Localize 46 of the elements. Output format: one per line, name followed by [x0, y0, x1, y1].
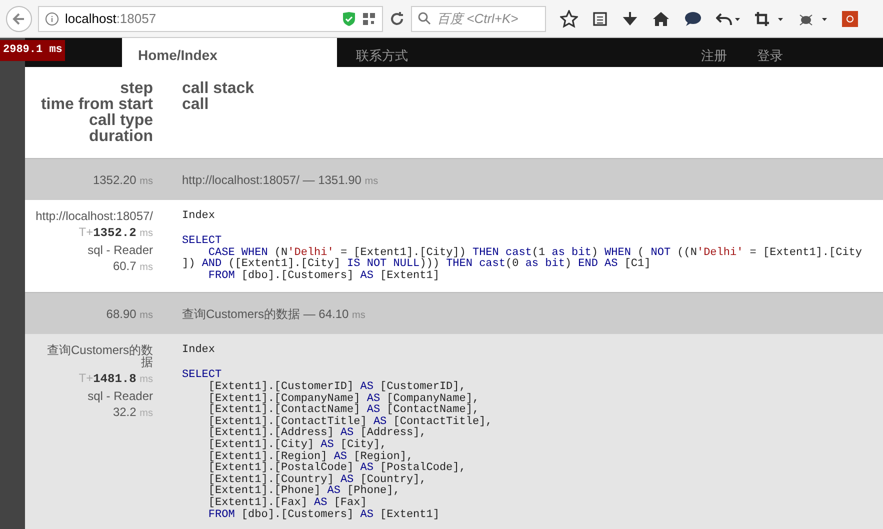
reload-icon[interactable] — [389, 10, 405, 26]
step-summary: 查询Customers的数据 — 64.10 ms — [182, 306, 366, 323]
address-bar[interactable]: localhost:18057 — [38, 6, 383, 32]
download-icon[interactable] — [622, 10, 638, 26]
back-button[interactable] — [6, 6, 32, 32]
column-heading: step — [119, 81, 153, 97]
reading-list-icon[interactable] — [592, 10, 608, 26]
home-icon[interactable] — [652, 10, 670, 26]
shield-icon[interactable] — [342, 10, 356, 26]
column-heading: call stack — [182, 81, 254, 97]
time-from-start: T+1352.2 ms — [78, 224, 153, 242]
search-placeholder: 百度 <Ctrl+K> — [437, 10, 518, 28]
star-icon[interactable] — [560, 10, 578, 28]
column-heading: call type — [88, 113, 153, 129]
crop-icon[interactable] — [754, 10, 784, 26]
sql-query: SELECT CASE WHEN (N'Delhi' = [Extent1].[City]) THEN cast(1 as bit) WHEN ( NOT ((N'Delhi' = [Extent1].[City ]) AND ([Extent1].[City] IS NOT NULL))) THEN cast(0 as bit) END AS [C1] FROM [dbo].[Customers] AS [Extent1] — [182, 236, 862, 282]
step-duration: 1352.20 ms — [92, 172, 153, 188]
call-duration: 60.7 ms — [112, 258, 153, 275]
addon-icon[interactable] — [842, 10, 858, 26]
sql-query: SELECT [Extent1].[CustomerID] AS [CustomerID], [Extent1].[CompanyName] AS [CompanyName], [Extent1].[ContactName] AS [ContactName], [Extent1].[ContactTitle] AS [ContactTitle], [Extent1].[Address] AS [Address], [Extent1].[City] AS [City], [Extent1].[Region] AS [Region], [Extent1].[PostalCode] AS [PostalCode], [Extent1].[Country] AS [Country], [Extent1].[Phone] AS [Phone], [Extent1].[Fax] AS [Fax] FROM [dbo].[Customers] AS [Extent1] — [182, 370, 492, 522]
step-name: http://localhost:18057/ — [34, 210, 153, 222]
call-type: sql - Reader — [88, 242, 153, 258]
undo-icon[interactable] — [716, 10, 740, 26]
call-type: sql - Reader — [88, 388, 153, 404]
nav-link[interactable]: 联系方式 — [356, 46, 408, 65]
step-name: 查询Customers的数据 — [46, 344, 153, 368]
back-arrow-icon — [12, 12, 26, 26]
column-heading: call — [182, 97, 210, 113]
info-icon[interactable] — [45, 12, 59, 26]
call-name: Index — [182, 210, 216, 222]
step-summary: http://localhost:18057/ — 1351.90 ms — [182, 172, 378, 188]
column-heading: duration — [88, 129, 153, 145]
call-duration: 32.2 ms — [112, 404, 153, 422]
time-from-start: T+1481.8 ms — [78, 370, 153, 388]
page-title: Home/Index — [138, 47, 218, 63]
step-duration: 68.90 ms — [105, 306, 153, 323]
profiler-total-badge[interactable]: 2989.1 ms — [0, 40, 66, 60]
search-field[interactable]: 百度 <Ctrl+K> — [411, 6, 546, 32]
url-text: localhost:18057 — [65, 10, 158, 28]
call-name: Index — [182, 344, 216, 356]
nav-link[interactable]: 登录 — [757, 46, 783, 65]
qr-code-icon[interactable] — [362, 12, 376, 26]
nav-link[interactable]: 注册 — [701, 46, 727, 65]
column-heading: time from start — [40, 97, 153, 113]
search-icon — [418, 12, 431, 25]
chat-icon[interactable] — [684, 10, 702, 26]
